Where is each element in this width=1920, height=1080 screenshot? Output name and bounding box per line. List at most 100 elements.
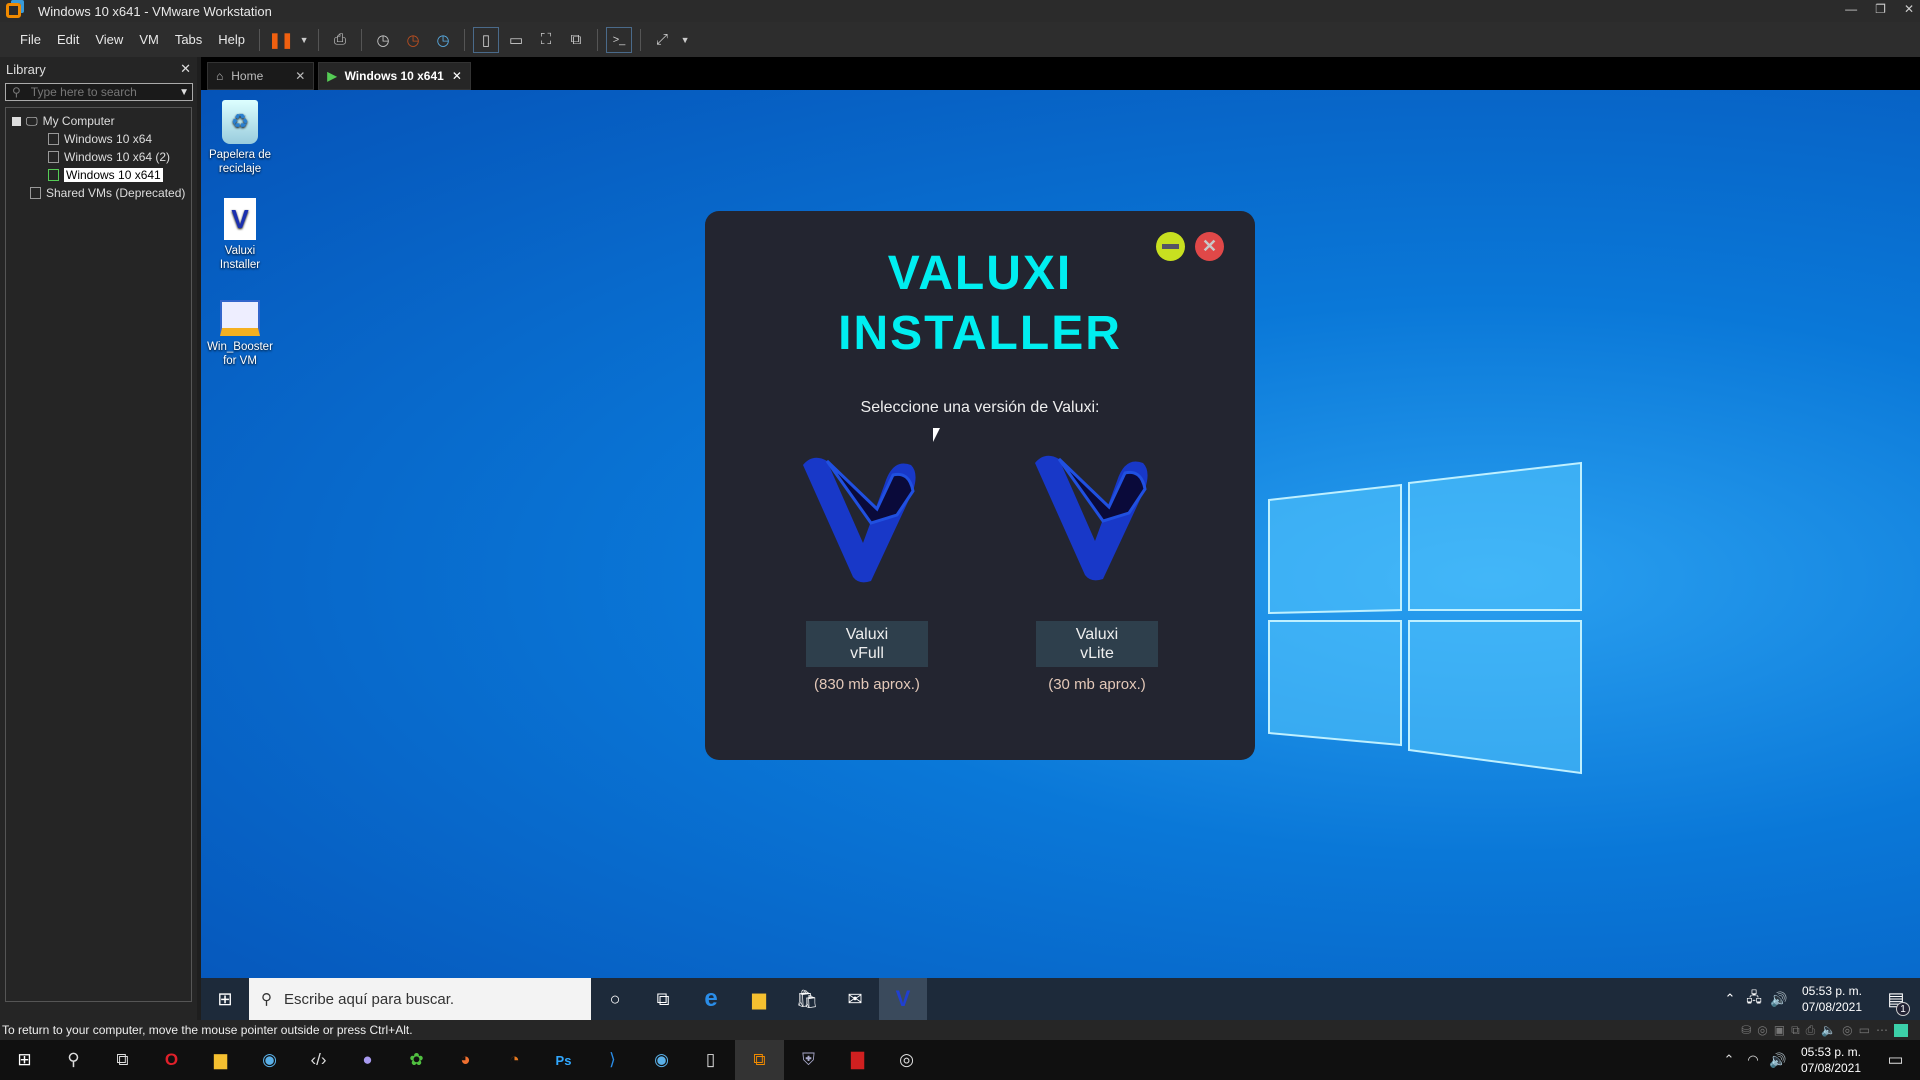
device-app-icon[interactable]: ▯ [686, 1040, 735, 1080]
vscode-icon[interactable]: ⟩ [588, 1040, 637, 1080]
menu-bar: File Edit View VM Tabs Help ❚❚ ▼ ⎙ ◷ ◷ ◷ … [0, 22, 1920, 57]
shared-vms-icon [30, 187, 41, 199]
search-icon: ⚲ [261, 991, 272, 1008]
volume-icon[interactable]: 🔊 [1765, 1040, 1791, 1080]
status-bar: To return to your computer, move the mou… [0, 1020, 1920, 1040]
file-explorer-icon[interactable]: ▆ [196, 1040, 245, 1080]
thumbnail-bar-icon[interactable]: ▭ [503, 27, 529, 53]
mail-icon[interactable]: ✉ [831, 978, 879, 1020]
unity-icon[interactable]: ⧉ [563, 27, 589, 53]
search-icon[interactable]: ⚲ [49, 1040, 98, 1080]
tree-node-vm[interactable]: Windows 10 x64 (2) [6, 148, 191, 166]
firefox-icon[interactable]: ◕ [441, 1040, 490, 1080]
store-icon[interactable]: 🛍 [783, 978, 831, 1020]
chevron-down-icon[interactable]: ▼ [179, 87, 189, 98]
valuxi-vfull-logo-icon[interactable] [793, 453, 927, 583]
tab-home[interactable]: ⌂ Home ✕ [207, 62, 315, 90]
valuxi-taskbar-icon[interactable]: V [879, 978, 927, 1020]
obs-icon[interactable]: ◎ [882, 1040, 931, 1080]
notification-center-icon[interactable]: ▭ [1871, 1040, 1920, 1080]
code-icon[interactable]: ‹/› [294, 1040, 343, 1080]
close-button[interactable]: ✕ [1904, 2, 1914, 16]
edge-icon[interactable]: e [687, 978, 735, 1020]
desktop-icon-win-booster[interactable]: Win_Booster for VM [205, 300, 275, 368]
blender-icon[interactable]: ◔ [490, 1040, 539, 1080]
full-screen-icon[interactable]: ⛶ [533, 27, 559, 53]
close-tab-icon[interactable]: ✕ [295, 69, 305, 83]
mouse-cursor-icon [933, 428, 940, 442]
vfull-size-label: (830 mb aprox.) [814, 676, 920, 693]
window-title: Windows 10 x641 - VMware Workstation [38, 3, 272, 19]
file-explorer-icon[interactable]: ▆ [735, 978, 783, 1020]
snapshot-icon[interactable]: ◷ [370, 27, 396, 53]
cortana-icon[interactable]: ○ [591, 978, 639, 1020]
desktop-icon-valuxi-installer[interactable]: V Valuxi Installer [205, 198, 275, 272]
send-ctrl-alt-del-icon[interactable]: ⎙ [327, 27, 353, 53]
show-hidden-icons[interactable]: ⌃ [1718, 978, 1742, 1020]
network-icon[interactable]: 🖧 [1742, 978, 1766, 1020]
install-vlite-button[interactable]: Valuxi vLite [1036, 621, 1158, 667]
collapse-icon[interactable] [12, 116, 21, 126]
show-library-icon[interactable]: ▯ [473, 26, 500, 53]
photoshop-icon[interactable]: Ps [539, 1040, 588, 1080]
menu-help[interactable]: Help [210, 32, 253, 47]
purple-app-icon[interactable]: ● [343, 1040, 392, 1080]
desktop-icon-recycle-bin[interactable]: ♻ Papelera de reciclaje [205, 100, 275, 176]
device-status-icons[interactable]: ⛁◎▣⧉⎙🔈◎▭⋯ [1741, 1020, 1908, 1040]
menu-file[interactable]: File [12, 32, 49, 47]
valuxi-icon: V [224, 198, 256, 240]
library-title: Library [6, 61, 46, 77]
vm-running-icon: ▶ [327, 69, 337, 83]
valuxi-vlite-logo-icon[interactable] [1025, 451, 1159, 581]
menu-vm[interactable]: VM [131, 32, 167, 47]
vm-icon [48, 151, 59, 163]
console-view-icon[interactable]: >_ [606, 26, 633, 53]
host-clock[interactable]: 05:53 p. m. 07/08/2021 [1791, 1044, 1871, 1076]
valuxi-installer-dialog: ✕ VALUXI INSTALLER Seleccione una versió… [705, 211, 1255, 760]
minimize-button[interactable]: — [1845, 2, 1857, 16]
stretch-icon[interactable]: ⤢ [649, 27, 675, 53]
tree-node-vm-selected[interactable]: Windows 10 x641 [6, 166, 191, 184]
close-library-icon[interactable]: ✕ [180, 61, 191, 77]
wifi-icon[interactable]: ◠ [1741, 1040, 1765, 1080]
home-icon: ⌂ [216, 69, 224, 83]
task-view-icon[interactable]: ⧉ [98, 1040, 147, 1080]
vmware-logo-icon [6, 3, 21, 18]
install-vfull-button[interactable]: Valuxi vFull [806, 621, 928, 667]
volume-icon[interactable]: 🔊 [1766, 978, 1792, 1020]
disc-app-icon[interactable]: ◉ [637, 1040, 686, 1080]
red-app-icon[interactable]: ▇ [833, 1040, 882, 1080]
tree-node-my-computer[interactable]: 🖵 My Computer [6, 112, 191, 130]
close-tab-icon[interactable]: ✕ [452, 69, 462, 83]
library-search-input[interactable]: ⚲ Type here to search ▼ [5, 83, 193, 101]
tree-node-vm[interactable]: Windows 10 x64 [6, 130, 191, 148]
chevron-down-icon[interactable]: ▼ [298, 27, 310, 53]
library-tree: 🖵 My Computer Windows 10 x64 Windows 10 x… [5, 107, 192, 1002]
snapshot-manager-icon[interactable]: ◷ [430, 27, 456, 53]
notification-center-icon[interactable]: ▤ 1 [1872, 978, 1920, 1020]
vmware-taskbar-icon[interactable]: ⧉ [735, 1040, 784, 1080]
opera-icon[interactable]: O [147, 1040, 196, 1080]
chevron-down-icon[interactable]: ▼ [679, 27, 691, 53]
tree-node-shared[interactable]: Shared VMs (Deprecated) [6, 184, 191, 202]
shield-icon[interactable]: ⛨ [784, 1040, 833, 1080]
show-hidden-icons[interactable]: ⌃ [1717, 1040, 1741, 1080]
menu-view[interactable]: View [87, 32, 131, 47]
library-panel: Library ✕ ⚲ Type here to search ▼ 🖵 My Compu… [0, 57, 197, 1020]
guest-start-button[interactable]: ⊞ [201, 978, 249, 1020]
menu-edit[interactable]: Edit [49, 32, 87, 47]
revert-snapshot-icon[interactable]: ◷ [400, 27, 426, 53]
menu-tabs[interactable]: Tabs [167, 32, 210, 47]
host-start-button[interactable]: ⊞ [0, 1040, 49, 1080]
task-view-icon[interactable]: ⧉ [639, 978, 687, 1020]
maximize-button[interactable]: ❐ [1875, 2, 1886, 16]
guest-clock[interactable]: 05:53 p. m. 07/08/2021 [1792, 983, 1872, 1015]
disc-app-icon[interactable]: ◉ [245, 1040, 294, 1080]
host-taskbar: ⊞ ⚲ ⧉ O ▆ ◉ ‹/› ● ✿ ◕ ◔ Ps ⟩ ◉ ▯ ⧉ ⛨ ▇ ◎… [0, 1040, 1920, 1080]
vlite-size-label: (30 mb aprox.) [1048, 676, 1146, 693]
guest-search-input[interactable]: ⚲ Escribe aquí para buscar. [249, 978, 591, 1020]
green-app-icon[interactable]: ✿ [392, 1040, 441, 1080]
status-message: To return to your computer, move the mou… [2, 1023, 413, 1037]
pause-icon[interactable]: ❚❚ [268, 27, 294, 53]
tab-vm[interactable]: ▶ Windows 10 x641 ✕ [318, 62, 471, 90]
